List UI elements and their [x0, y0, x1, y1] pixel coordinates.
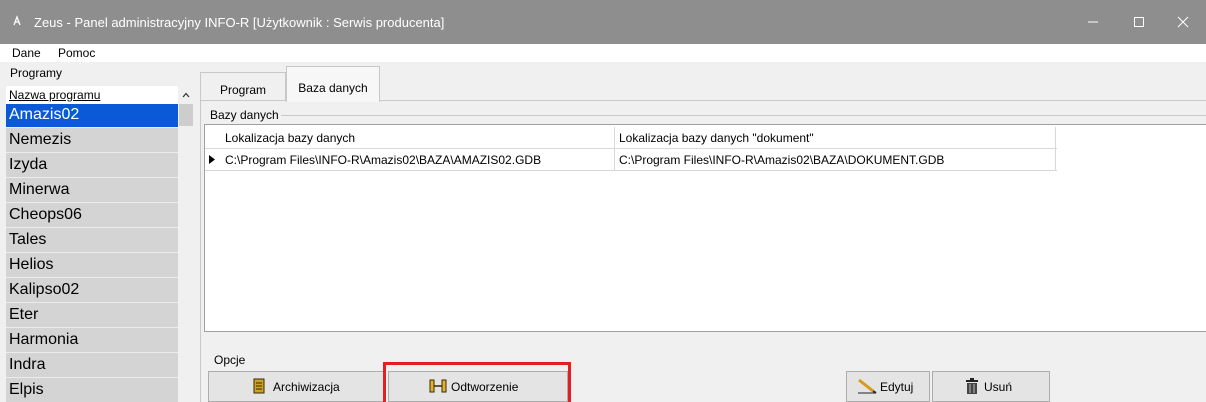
program-item-label: Nemezis	[9, 131, 72, 148]
program-item-indra[interactable]: Indra	[6, 354, 178, 378]
close-button[interactable]	[1160, 0, 1206, 44]
doc-db-location-cell[interactable]: C:\Program Files\INFO-R\Amazis02\BAZA\DO…	[619, 153, 944, 167]
program-item-harmonia[interactable]: Harmonia	[6, 329, 178, 353]
menu-bar: Dane Pomoc	[0, 44, 1206, 62]
databases-grid: Lokalizacja bazy danych Lokalizacja bazy…	[204, 124, 1206, 332]
program-item-kalipso02[interactable]: Kalipso02	[6, 279, 178, 303]
group-divider	[260, 115, 1206, 116]
menu-pomoc[interactable]: Pomoc	[58, 46, 95, 60]
program-item-nemezis[interactable]: Nemezis	[6, 129, 178, 153]
app-icon	[13, 15, 21, 26]
program-item-eter[interactable]: Eter	[6, 304, 178, 328]
programs-scrollbar[interactable]	[178, 86, 194, 402]
program-item-amazis02[interactable]: Amazis02	[6, 104, 178, 128]
maximize-icon	[1134, 17, 1144, 27]
archive-button-label: Archiwizacja	[273, 380, 340, 394]
program-item-label: Izyda	[9, 156, 48, 173]
column-header-doc-db-location[interactable]: Lokalizacja bazy danych "dokument"	[619, 131, 814, 145]
program-name-column-header[interactable]: Nazwa programu	[6, 86, 178, 104]
tab-baza-danych[interactable]: Baza danych	[286, 66, 380, 102]
archive-icon	[253, 378, 265, 394]
program-item-helios[interactable]: Helios	[6, 254, 178, 278]
program-item-label: Eter	[9, 306, 39, 323]
menu-dane[interactable]: Dane	[12, 46, 41, 60]
databases-group-label: Bazy danych	[210, 108, 281, 122]
program-item-label: Minerwa	[9, 181, 70, 198]
tab-baza-danych-label: Baza danych	[298, 81, 368, 95]
column-separator	[1055, 127, 1056, 149]
edit-button[interactable]: Edytuj	[846, 371, 930, 402]
scroll-thumb[interactable]	[179, 104, 193, 126]
programs-list: Amazis02 Nemezis Izyda Minerwa Cheops06 …	[6, 104, 178, 402]
program-item-elpis[interactable]: Elpis	[6, 379, 178, 402]
tab-program-label: Program	[219, 83, 266, 97]
title-bar: Zeus - Panel administracyjny INFO-R [Uży…	[0, 0, 1206, 44]
program-item-label: Indra	[9, 356, 46, 373]
scroll-up-icon[interactable]	[182, 92, 190, 98]
program-item-label: Helios	[9, 256, 54, 273]
column-separator	[614, 127, 615, 149]
tab-program[interactable]: Program	[200, 72, 286, 100]
delete-button[interactable]: Usuń	[932, 371, 1050, 402]
close-icon	[1177, 16, 1189, 28]
db-location-cell[interactable]: C:\Program Files\INFO-R\Amazis02\BAZA\AM…	[225, 153, 541, 167]
trash-icon	[966, 378, 978, 394]
column-separator	[614, 149, 615, 171]
program-item-minerwa[interactable]: Minerwa	[6, 179, 178, 203]
program-item-label: Tales	[9, 231, 47, 248]
pencil-icon	[858, 378, 877, 394]
minimize-button[interactable]	[1070, 0, 1116, 44]
archive-button[interactable]: Archiwizacja	[208, 371, 384, 402]
column-separator	[1055, 149, 1056, 171]
window-title: Zeus - Panel administracyjny INFO-R [Uży…	[34, 15, 445, 30]
row-indicator-icon	[209, 155, 215, 164]
program-item-label: Harmonia	[9, 331, 79, 348]
program-item-label: Elpis	[9, 381, 44, 398]
table-row[interactable]: C:\Program Files\INFO-R\Amazis02\BAZA\AM…	[205, 149, 1057, 171]
program-item-label: Amazis02	[9, 106, 80, 123]
program-item-cheops06[interactable]: Cheops06	[6, 204, 178, 228]
restore-button[interactable]: Odtworzenie	[388, 371, 568, 402]
delete-button-label: Usuń	[984, 380, 1013, 394]
maximize-button[interactable]	[1116, 0, 1162, 44]
grid-header-row: Lokalizacja bazy danych Lokalizacja bazy…	[205, 127, 1057, 149]
edit-button-label: Edytuj	[880, 380, 914, 394]
program-item-label: Cheops06	[9, 206, 82, 223]
program-item-tales[interactable]: Tales	[6, 229, 178, 253]
restore-icon	[429, 379, 447, 393]
program-name-header-label: Nazwa programu	[9, 88, 101, 102]
minimize-icon	[1088, 21, 1098, 23]
column-header-db-location[interactable]: Lokalizacja bazy danych	[225, 131, 355, 145]
options-label: Opcje	[214, 353, 246, 367]
program-item-label: Kalipso02	[9, 281, 80, 298]
restore-button-label: Odtworzenie	[451, 380, 519, 394]
programs-caption: Programy	[10, 66, 63, 80]
program-item-izyda[interactable]: Izyda	[6, 154, 178, 178]
